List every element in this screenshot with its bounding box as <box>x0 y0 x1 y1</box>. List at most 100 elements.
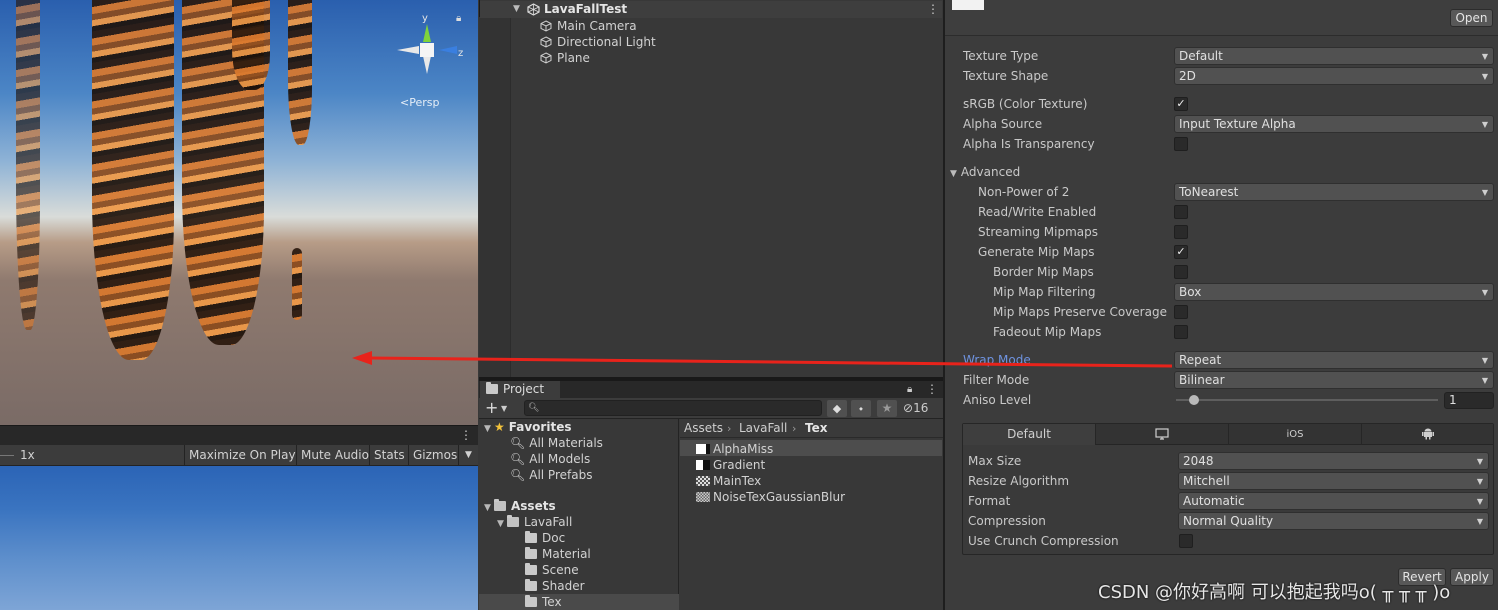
breadcrumb-item[interactable]: Tex <box>805 419 827 438</box>
search-icon: 🔍︎ <box>510 468 526 482</box>
compression-dropdown[interactable]: Normal Quality ▼ <box>1178 512 1489 530</box>
format-label: Format <box>968 494 1011 508</box>
maximize-on-play-button[interactable]: Maximize On Play <box>184 445 300 466</box>
mip-maps-preserve-coverage-checkbox[interactable] <box>1174 305 1188 319</box>
apply-button[interactable]: Apply <box>1450 568 1494 586</box>
tab-ios[interactable]: iOS <box>1229 424 1362 445</box>
x-axis-cone <box>397 46 419 54</box>
max-size-dropdown[interactable]: 2048 ▼ <box>1178 452 1489 470</box>
file-item[interactable]: NoiseTexGaussianBlur <box>696 489 845 505</box>
hidden-packages-toggle[interactable]: ⊘16 <box>903 398 928 419</box>
dropdown-arrow-icon: ▼ <box>1481 356 1488 365</box>
unity-scene-icon <box>527 3 540 19</box>
watermark: CSDN @你好高啊 可以抱起我吗o( ╥ ╥ ╥ )o <box>1098 582 1451 603</box>
resize-algorithm-dropdown[interactable]: Mitchell ▼ <box>1178 472 1489 490</box>
gizmos-button[interactable]: Gizmos <box>408 445 461 466</box>
more-options-icon[interactable]: ⋮ <box>460 428 472 442</box>
read-write-checkbox[interactable] <box>1174 205 1188 219</box>
format-dropdown[interactable]: Automatic ▼ <box>1178 492 1489 510</box>
folder-item[interactable]: Scene <box>525 562 579 578</box>
non-power-of-2-dropdown[interactable]: ToNearest ▼ <box>1174 183 1494 201</box>
search-icon: 🔍︎ <box>528 403 540 413</box>
star-icon[interactable]: ★ <box>877 400 897 417</box>
open-button[interactable]: Open <box>1450 9 1493 27</box>
favorites-item[interactable]: 🔍︎ All Materials <box>510 435 603 451</box>
aniso-level-slider-handle[interactable] <box>1189 395 1199 405</box>
folder-item[interactable]: Shader <box>525 578 585 594</box>
tab-project[interactable]: Project <box>480 381 560 398</box>
y-axis-cone <box>423 24 431 42</box>
lava-flame <box>92 0 174 360</box>
game-view[interactable] <box>0 466 478 610</box>
assets-folder[interactable]: ▼ Assets <box>484 498 556 514</box>
tab-standalone[interactable] <box>1096 424 1229 445</box>
stats-button[interactable]: Stats <box>369 445 409 466</box>
aniso-level-slider[interactable] <box>1176 399 1438 401</box>
texture-type-dropdown[interactable]: Default ▼ <box>1174 47 1494 65</box>
srgb-checkbox[interactable]: ✓ <box>1174 97 1188 111</box>
advanced-foldout[interactable]: ▼ Advanced <box>950 163 1020 181</box>
favorites-item[interactable]: 🔍︎ All Models <box>510 451 590 467</box>
compression-label: Compression <box>968 514 1046 528</box>
folder-icon <box>525 595 537 607</box>
folder-icon <box>525 531 537 543</box>
mip-map-filtering-label: Mip Map Filtering <box>993 285 1096 299</box>
z-axis-label: z <box>458 48 463 59</box>
texture-shape-dropdown[interactable]: 2D ▼ <box>1174 67 1494 85</box>
create-plus-icon[interactable]: + <box>485 398 498 418</box>
project-search-input[interactable]: 🔍︎ <box>524 400 822 416</box>
file-item[interactable]: MainTex <box>696 473 761 489</box>
hierarchy-gutter <box>479 17 511 377</box>
gizmos-dropdown-icon[interactable]: ▼ <box>458 445 478 466</box>
texture-thumbnail <box>696 492 710 502</box>
more-options-icon[interactable]: ⋮ <box>926 381 938 398</box>
alpha-is-transparency-checkbox[interactable] <box>1174 137 1188 151</box>
chevron-right-icon: › <box>727 422 732 435</box>
scale-slider[interactable] <box>0 455 14 456</box>
folder-item-selected[interactable]: Tex <box>525 594 562 610</box>
lock-icon[interactable]: 🔒︎ <box>456 13 461 24</box>
fadeout-mip-maps-checkbox[interactable] <box>1174 325 1188 339</box>
folder-item[interactable]: Material <box>525 546 591 562</box>
wrap-mode-dropdown[interactable]: Repeat ▼ <box>1174 351 1494 369</box>
mip-map-filtering-dropdown[interactable]: Box ▼ <box>1174 283 1494 301</box>
folder-item[interactable]: Doc <box>525 530 565 546</box>
projection-label[interactable]: <Persp <box>400 96 439 109</box>
folder-icon <box>486 382 498 394</box>
generate-mip-maps-checkbox[interactable]: ✓ <box>1174 245 1188 259</box>
favorites-item[interactable]: 🔍︎ All Prefabs <box>510 467 592 483</box>
hierarchy-scene-header[interactable]: ▼ LavaFallTest ⋮ <box>480 1 942 18</box>
hierarchy-item[interactable]: Plane <box>540 50 590 66</box>
chevron-left-icon: < <box>400 96 410 109</box>
aniso-level-field[interactable]: 1 <box>1444 392 1494 409</box>
dropdown-arrow-icon: ▼ <box>1476 457 1483 466</box>
gizmo-center-cube <box>420 43 434 57</box>
expand-arrow-icon: ▼ <box>950 169 957 179</box>
tab-default[interactable]: Default <box>963 424 1096 445</box>
alpha-source-dropdown[interactable]: Input Texture Alpha ▼ <box>1174 115 1494 133</box>
hierarchy-item[interactable]: Main Camera <box>540 18 637 34</box>
breadcrumb-item[interactable]: LavaFall <box>739 419 787 438</box>
lava-flame <box>292 248 302 320</box>
file-item[interactable]: Gradient <box>696 457 765 473</box>
monitor-icon <box>1155 428 1169 440</box>
hierarchy-item[interactable]: Directional Light <box>540 34 656 50</box>
favorites-header[interactable]: ▼ ★ Favorites <box>484 419 571 435</box>
expand-arrow-icon[interactable]: ▼ <box>513 1 520 18</box>
file-item-selected[interactable]: AlphaMiss <box>696 441 773 457</box>
streaming-mipmaps-checkbox[interactable] <box>1174 225 1188 239</box>
label-tag-icon[interactable]: ⬩ <box>851 400 871 417</box>
lock-icon[interactable]: 🔒︎ <box>907 381 912 398</box>
breadcrumb-item[interactable]: Assets <box>684 419 723 438</box>
tab-android[interactable] <box>1362 424 1493 445</box>
non-power-of-2-label: Non-Power of 2 <box>978 185 1070 199</box>
use-crunch-checkbox[interactable] <box>1179 534 1193 548</box>
border-mip-maps-checkbox[interactable] <box>1174 265 1188 279</box>
search-by-type-icon[interactable]: ◆ <box>827 400 847 417</box>
chevron-down-icon[interactable]: ▼ <box>501 398 507 419</box>
more-options-icon[interactable]: ⋮ <box>927 1 939 18</box>
filter-mode-dropdown[interactable]: Bilinear ▼ <box>1174 371 1494 389</box>
lavafall-folder[interactable]: ▼ LavaFall <box>497 514 572 530</box>
srgb-label: sRGB (Color Texture) <box>963 97 1088 111</box>
mute-audio-button[interactable]: Mute Audio <box>296 445 373 466</box>
